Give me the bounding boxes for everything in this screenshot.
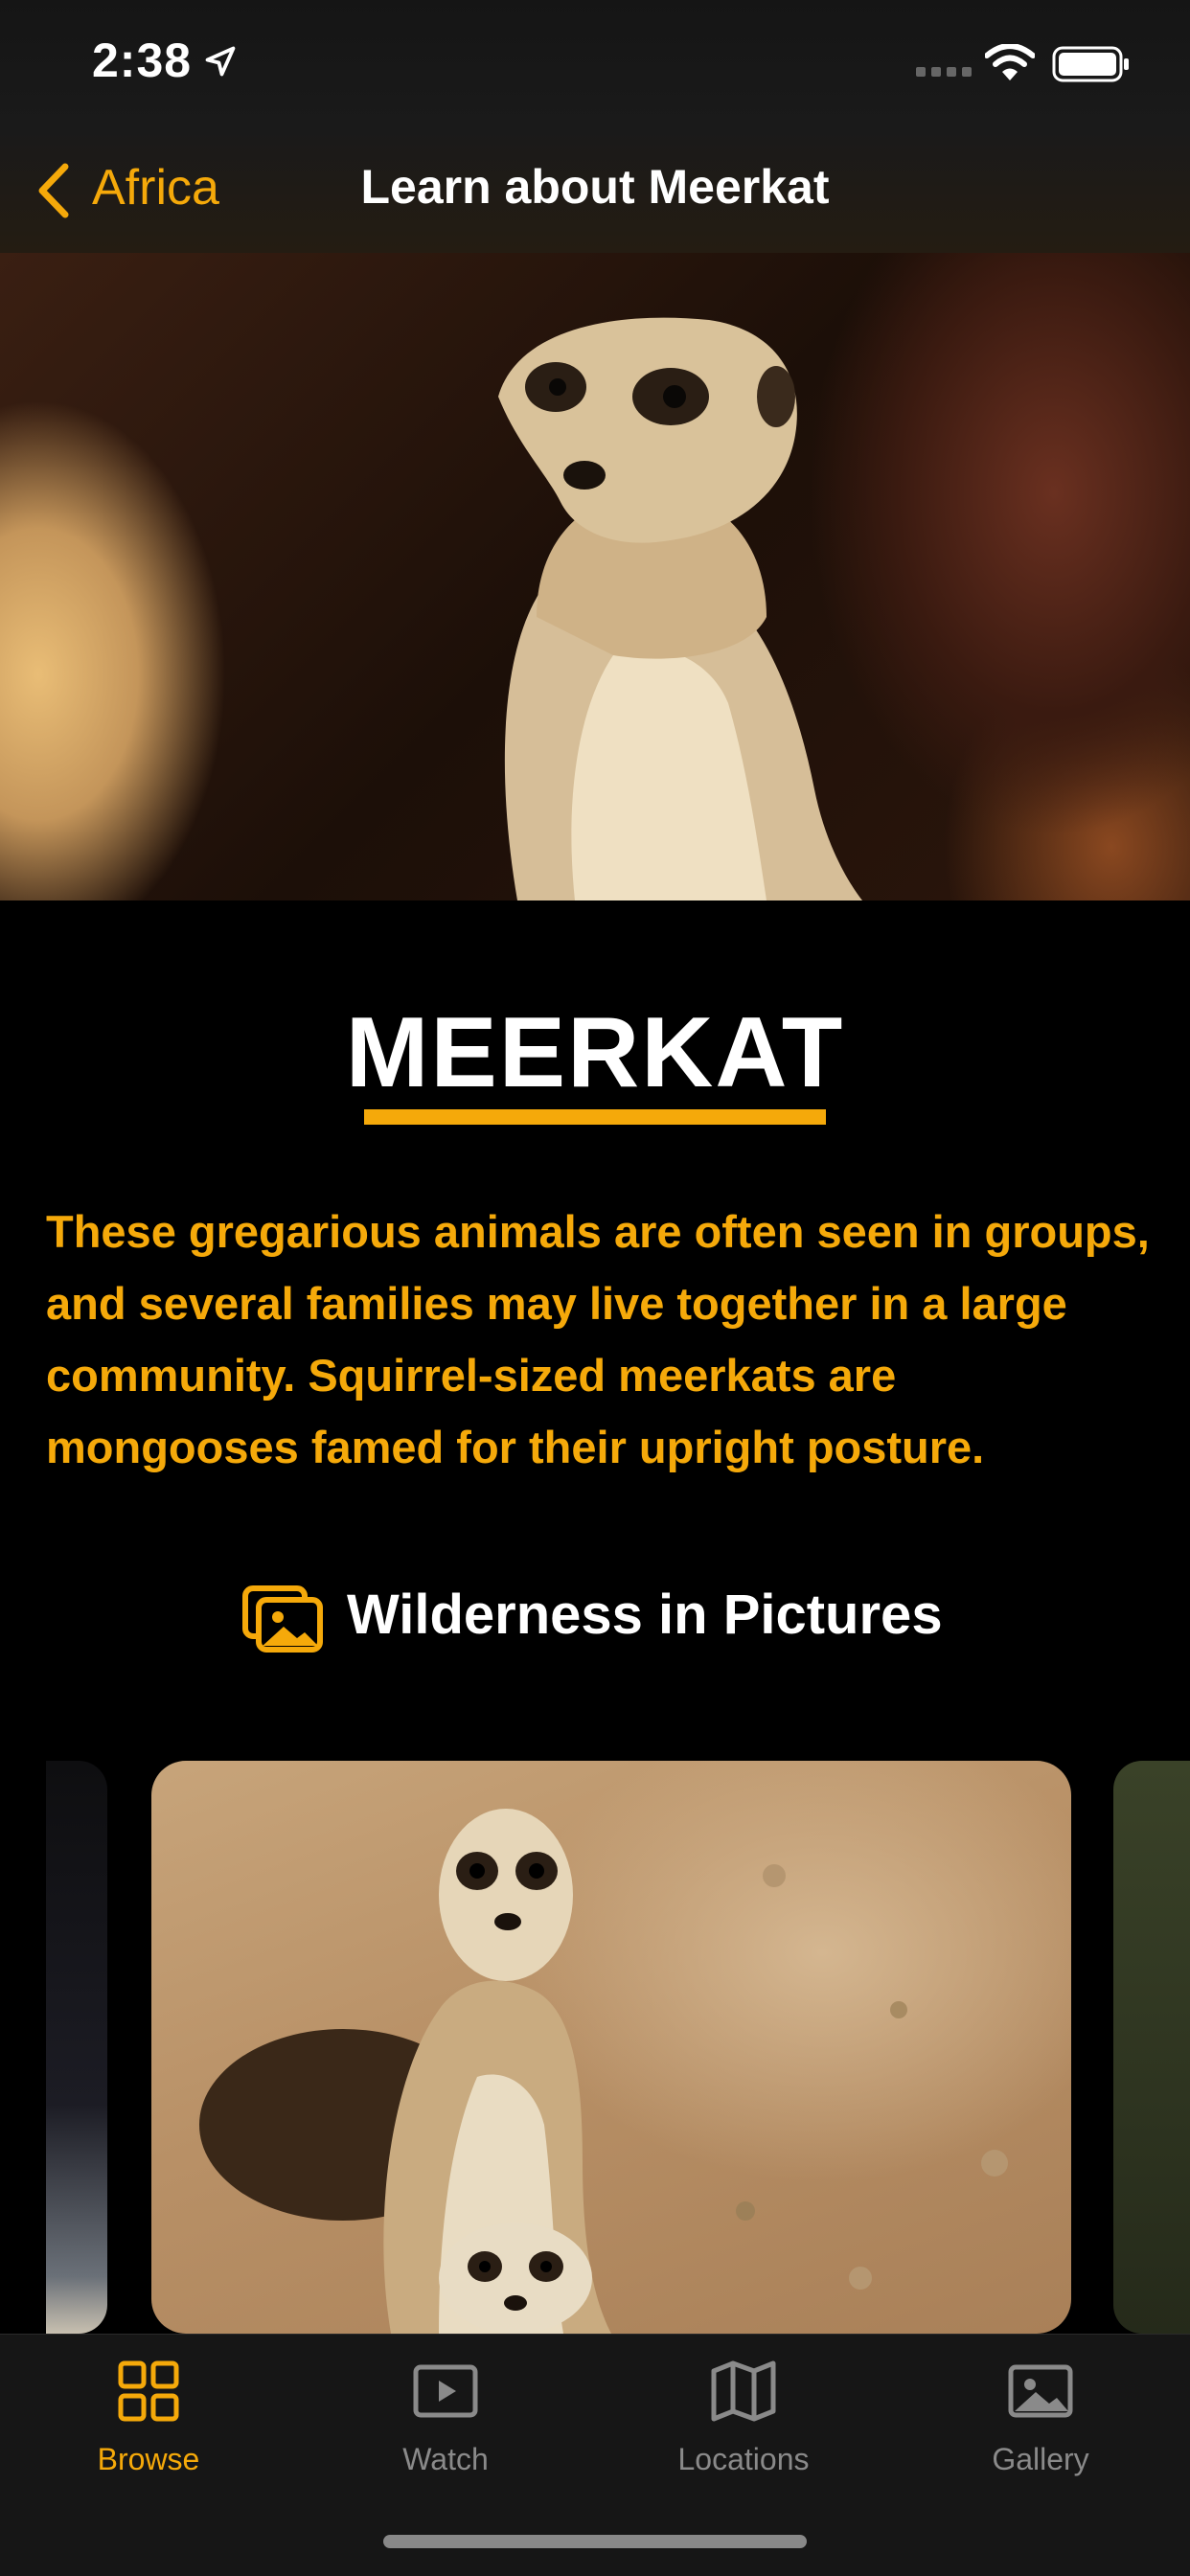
- tab-label: Browse: [97, 2442, 200, 2476]
- tab-label: Gallery: [992, 2442, 1089, 2476]
- cellular-signal-icon: [916, 67, 972, 77]
- tab-watch[interactable]: Watch: [350, 2358, 541, 2477]
- status-time: 2:38: [92, 34, 193, 87]
- gallery-section-title: Wilderness in Pictures: [347, 1584, 943, 1646]
- battery-icon: [1052, 46, 1129, 82]
- title-underline: [364, 1109, 826, 1125]
- photo-stack-icon: [242, 1585, 323, 1653]
- tab-browse[interactable]: Browse: [53, 2358, 244, 2477]
- wifi-icon: [985, 44, 1035, 80]
- status-bar: 2:38: [0, 0, 1190, 128]
- meerkat-hero-illustration: [498, 317, 862, 900]
- carousel-item-next[interactable]: [1113, 1761, 1190, 2334]
- tab-locations[interactable]: Locations: [648, 2358, 839, 2477]
- map-icon: [711, 2360, 776, 2422]
- carousel-item-current[interactable]: [151, 1761, 1071, 2334]
- page-title: Learn about Meerkat: [360, 160, 830, 214]
- carousel-item-previous[interactable]: [46, 1761, 107, 2334]
- meerkat-burrow-illustration: [199, 1809, 1008, 2334]
- tab-label: Watch: [402, 2442, 489, 2476]
- navigation-bar: Africa Learn about Meerkat: [0, 128, 1190, 254]
- tab-label: Locations: [677, 2442, 810, 2476]
- home-indicator[interactable]: [383, 2535, 807, 2548]
- grid-icon: [118, 2360, 179, 2422]
- tab-gallery[interactable]: Gallery: [945, 2358, 1136, 2477]
- play-icon: [413, 2364, 478, 2418]
- location-arrow-icon: [205, 46, 236, 77]
- animal-name-heading: MEERKAT: [345, 997, 845, 1108]
- hero-image: [0, 253, 1190, 900]
- animal-description: These gregarious animals are often seen …: [46, 1206, 1150, 1472]
- photo-icon: [1008, 2364, 1073, 2418]
